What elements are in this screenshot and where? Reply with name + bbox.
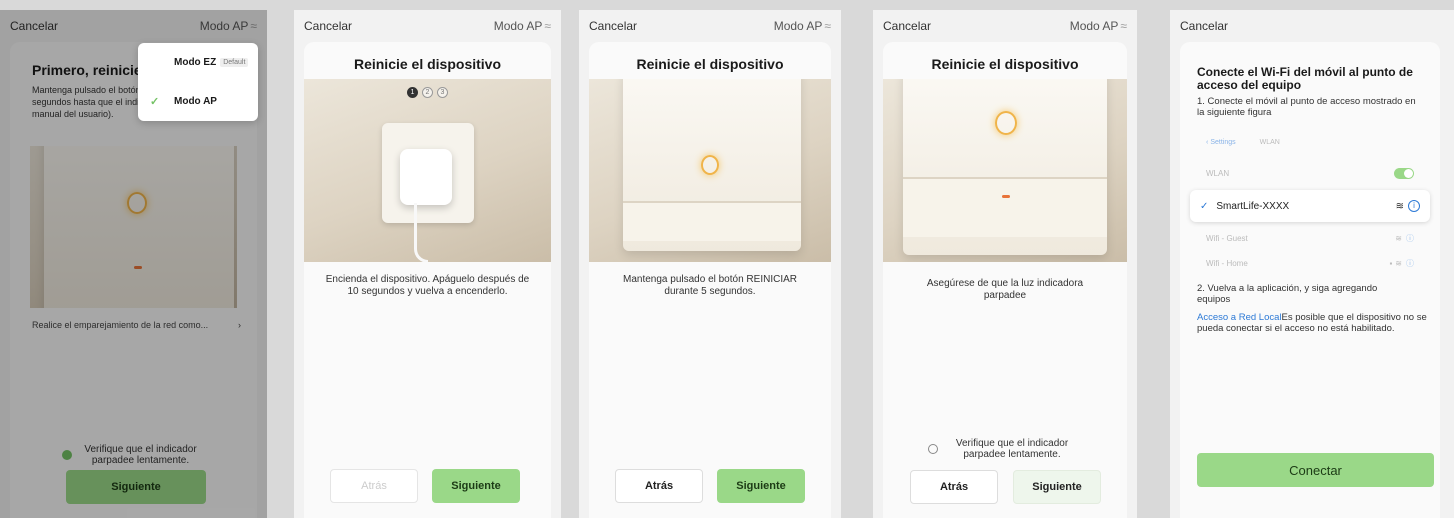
screen-mode-select: Cancelar Modo AP ≈ Primero, reinicie el M… [0, 10, 267, 518]
lock-icon: ▪ [1389, 259, 1393, 268]
mode-option-ez[interactable]: Modo EZ Default [138, 43, 258, 82]
radio-icon [928, 444, 938, 454]
info-icon: ⓘ [1406, 234, 1414, 243]
wlan-toggle [1394, 168, 1414, 179]
verify-checkbox[interactable]: Verifique que el indicador parpadee lent… [883, 438, 1127, 460]
step-indicator: 1 2 3 [304, 87, 551, 98]
wifi-toggle-icon: ≈ [544, 19, 551, 33]
cable-image [414, 203, 428, 262]
step-description: Mantenga pulsado el botón REINICIAR dura… [623, 274, 797, 297]
topbar: Cancelar Modo AP ≈ [579, 10, 841, 42]
mode-selector[interactable]: Modo AP ≈ [1070, 19, 1127, 33]
step2-text: 2. Vuelva a la aplicación, y siga agrega… [1197, 283, 1378, 305]
wifi-toggle-icon: ≈ [824, 19, 831, 33]
cancel-button[interactable]: Cancelar [589, 19, 637, 33]
mode-selector[interactable]: Modo AP ≈ [774, 19, 831, 33]
step-dot: 3 [437, 87, 448, 98]
network-name: Wifi - Home [1206, 259, 1248, 268]
topbar: Cancelar [1170, 10, 1454, 42]
content-card: Conecte el Wi-Fi del móvil al punto de a… [1180, 42, 1440, 518]
cancel-button[interactable]: Cancelar [1180, 19, 1228, 33]
network-name: Wifi - Guest [1206, 234, 1248, 243]
wifi-icon: ≋ [1395, 259, 1402, 268]
settings-header: ‹ Settings WLAN [1192, 130, 1428, 155]
next-button[interactable]: Siguiente [717, 469, 805, 503]
wifi-icon: ≋ [1395, 234, 1402, 243]
device-photo: 1 2 3 [304, 79, 551, 262]
device-photo: 1 2 3 [883, 79, 1127, 262]
local-network-link[interactable]: Acceso a Red Local [1197, 312, 1282, 323]
mode-label: Modo AP [493, 19, 543, 33]
network-name: SmartLife-XXXX [1216, 200, 1290, 212]
device-base [623, 201, 801, 241]
topbar: Cancelar Modo AP ≈ [873, 10, 1137, 42]
settings-title: WLAN [1259, 139, 1280, 146]
next-button[interactable]: Siguiente [1013, 470, 1101, 504]
next-button[interactable]: Siguiente [432, 469, 520, 503]
back-button[interactable]: Atrás [615, 469, 703, 503]
indicator-led [1002, 195, 1010, 198]
device-photo: 1 2 3 [589, 79, 831, 262]
checkmark-icon: ✓ [1200, 200, 1209, 212]
step-dot: 1 [407, 87, 418, 98]
cancel-button[interactable]: Cancelar [304, 19, 352, 33]
cancel-button[interactable]: Cancelar [883, 19, 931, 33]
verify-label: Verifique que el indicador parpadee lent… [955, 438, 1069, 460]
network-row-smartlife: ✓ SmartLife-XXXX ≋ i [1190, 190, 1430, 222]
step-description: Asegúrese de que la luz indicadora parpa… [926, 278, 1084, 301]
back-button[interactable]: Atrás [910, 470, 998, 504]
mode-dropdown: Modo EZ Default ✓ Modo AP [138, 43, 258, 121]
info-icon: i [1408, 200, 1420, 212]
device-base [903, 177, 1107, 237]
page-title: Conecte el Wi-Fi del móvil al punto de a… [1197, 65, 1413, 92]
wifi-toggle-icon: ≈ [1120, 19, 1127, 33]
back-chevron-icon: ‹ [1206, 139, 1209, 146]
connect-button[interactable]: Conectar [1197, 453, 1434, 487]
mode-selector[interactable]: Modo AP ≈ [494, 19, 551, 33]
plug-image [400, 149, 452, 205]
power-icon [701, 155, 719, 175]
wifi-icon: ≋ [1395, 200, 1404, 212]
screen-restart-step3: Cancelar Modo AP ≈ Reinicie el dispositiv… [873, 10, 1137, 518]
step-dot: 2 [422, 87, 433, 98]
wlan-toggle-row: WLAN [1192, 161, 1428, 186]
back-button[interactable]: Atrás [330, 469, 418, 503]
settings-back-label: Settings [1210, 139, 1236, 146]
step1-text: 1. Conecte el móvil al punto de acceso m… [1197, 96, 1416, 118]
mode-option-label: Modo EZ [174, 57, 217, 68]
wlan-label: WLAN [1206, 169, 1230, 178]
default-badge: Default [220, 58, 249, 67]
network-row-home: Wifi - Home ▪ ≋ ⓘ [1192, 251, 1428, 276]
wlan-settings-illustration: ‹ Settings WLAN WLAN ✓ SmartLife-XXXX ≋ … [1190, 130, 1430, 280]
info-icon: ⓘ [1406, 259, 1414, 268]
checkmark-icon: ✓ [150, 96, 160, 108]
screen-connect-wifi: Cancelar Conecte el Wi-Fi del móvil al p… [1170, 10, 1454, 518]
step-description: Encienda el dispositivo. Apáguelo despué… [325, 274, 530, 297]
network-row-guest: Wifi - Guest ≋ ⓘ [1192, 226, 1428, 251]
content-card: Reinicie el dispositivo 1 2 3 Mantenga p… [589, 42, 831, 518]
page-title: Reinicie el dispositivo [636, 56, 784, 72]
power-icon [995, 111, 1017, 135]
screen-restart-step1: Cancelar Modo AP ≈ Reinicie el dispositiv… [294, 10, 561, 518]
page-title: Reinicie el dispositivo [931, 56, 1079, 72]
local-network-note: Acceso a Red LocalEs posible que el disp… [1197, 312, 1428, 334]
mode-option-ap[interactable]: ✓ Modo AP [138, 82, 258, 121]
mode-label: Modo AP [1069, 19, 1119, 33]
content-card: Reinicie el dispositivo 1 2 3 Asegúrese … [883, 42, 1127, 518]
topbar: Cancelar Modo AP ≈ [294, 10, 561, 42]
content-card: Reinicie el dispositivo 1 2 3 Encienda e… [304, 42, 551, 518]
screen-restart-step2: Cancelar Modo AP ≈ Reinicie el dispositiv… [579, 10, 841, 518]
mode-option-label: Modo AP [174, 96, 217, 107]
mode-label: Modo AP [773, 19, 823, 33]
page-title: Reinicie el dispositivo [353, 56, 502, 72]
